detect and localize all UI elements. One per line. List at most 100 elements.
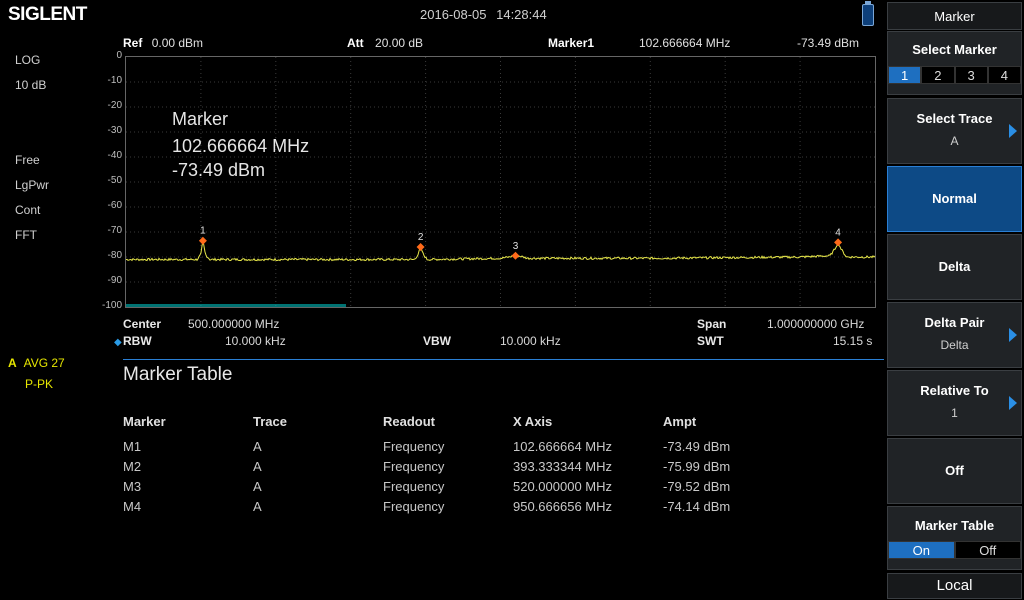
marker-table: Marker Trace Readout X Axis Ampt M1 A Fr… <box>123 411 783 516</box>
select-trace-key[interactable]: Select Trace A <box>887 98 1022 164</box>
cell-x-axis: 102.666664 MHz <box>513 438 613 454</box>
marker-point[interactable] <box>834 238 843 247</box>
select-trace-label: Select Trace <box>916 111 993 126</box>
rbw-value[interactable]: 10.000 kHz <box>225 334 286 348</box>
cell-x-axis: 393.333344 MHz <box>513 458 613 474</box>
cell-marker: M1 <box>123 438 142 454</box>
sweep-indicator <box>126 304 346 307</box>
swt-value[interactable]: 15.15 s <box>833 334 872 348</box>
rbw-label: RBW <box>123 334 152 348</box>
cell-marker: M2 <box>123 458 142 474</box>
y-tick-label: -10 <box>107 75 122 86</box>
marker-table-key[interactable]: Marker Table On Off <box>887 506 1022 570</box>
delta-pair-value: Delta <box>940 338 969 352</box>
off-key[interactable]: Off <box>887 438 1022 504</box>
marker-label: 4 <box>835 227 841 238</box>
marker-table-header: Marker Trace Readout X Axis Ampt <box>123 411 783 431</box>
marker-option-4[interactable]: 4 <box>987 66 1021 84</box>
marker-table-key-label: Marker Table <box>914 518 995 533</box>
delta-pair-key[interactable]: Delta Pair Delta <box>887 302 1022 368</box>
brand-logo: SIGLENT <box>8 4 87 25</box>
marker-point[interactable] <box>198 236 207 245</box>
marker-label: 3 <box>513 241 519 252</box>
marker-option-3[interactable]: 3 <box>954 66 988 84</box>
span-label: Span <box>697 317 727 331</box>
sweep-type: FFT <box>15 228 37 242</box>
table-row: M1 A Frequency 102.666664 MHz -73.49 dBm <box>123 436 783 456</box>
marker-readout-freq: 102.666664 MHz <box>172 136 310 156</box>
cell-ampt: -74.14 dBm <box>663 498 731 514</box>
ref-value: 0.00 dBm <box>151 36 204 50</box>
y-tick-label: -20 <box>107 100 122 111</box>
y-tick-label: -30 <box>107 125 122 136</box>
select-marker-label: Select Marker <box>912 42 997 57</box>
attenuation: Att 20.00 dB <box>347 36 423 50</box>
menu-title: Marker <box>887 2 1022 30</box>
cell-ampt: -73.49 dBm <box>663 438 731 454</box>
y-tick-label: -90 <box>107 275 122 286</box>
cell-x-axis: 950.666656 MHz <box>513 498 613 514</box>
col-marker: Marker <box>123 413 166 429</box>
cell-trace: A <box>253 458 262 474</box>
cell-readout: Frequency <box>383 438 445 454</box>
col-trace: Trace <box>253 413 287 429</box>
marker-point[interactable] <box>416 242 425 251</box>
table-row: M2 A Frequency 393.333344 MHz -75.99 dBm <box>123 456 783 476</box>
y-tick-label: -40 <box>107 150 122 161</box>
relative-to-label: Relative To <box>920 383 989 398</box>
active-marker-ampl: -73.49 dBm <box>797 36 860 50</box>
y-tick-label: -70 <box>107 225 122 236</box>
local-button[interactable]: Local <box>887 573 1022 599</box>
col-readout: Readout <box>383 413 435 429</box>
marker-point[interactable] <box>511 251 520 260</box>
marker-readout-title: Marker <box>172 109 229 129</box>
cell-x-axis: 520.000000 MHz <box>513 478 613 494</box>
span-value[interactable]: 1.000000000 GHz <box>767 317 864 331</box>
chevron-right-icon <box>1009 328 1017 342</box>
trace-detector: P-PK <box>25 377 54 391</box>
y-tick-label: -80 <box>107 250 122 261</box>
relative-to-value: 1 <box>951 406 958 420</box>
active-marker-label: Marker1 <box>548 36 595 50</box>
cell-readout: Frequency <box>383 458 445 474</box>
rbw-auto-icon: ◆ <box>114 337 122 348</box>
cell-marker: M3 <box>123 478 142 494</box>
marker-option-2[interactable]: 2 <box>921 66 955 84</box>
delta-key[interactable]: Delta <box>887 234 1022 300</box>
relative-to-key[interactable]: Relative To 1 <box>887 370 1022 436</box>
center-value[interactable]: 500.000000 MHz <box>188 317 279 331</box>
marker-table-on[interactable]: On <box>888 541 955 559</box>
cell-trace: A <box>253 498 262 514</box>
swt-label: SWT <box>697 334 724 348</box>
y-tick-label: -60 <box>107 200 122 211</box>
marker-label: 2 <box>418 232 424 243</box>
vbw-value[interactable]: 10.000 kHz <box>500 334 561 348</box>
scale-division: 10 dB <box>15 78 47 92</box>
select-trace-value: A <box>950 134 959 148</box>
active-marker-freq: 102.666664 MHz <box>639 36 731 50</box>
spectrum-plot[interactable]: 1 2 3 4 <box>125 56 876 308</box>
table-row: M4 A Frequency 950.666656 MHz -74.14 dBm <box>123 496 783 516</box>
trace-letter: A <box>8 356 17 370</box>
marker-table-off[interactable]: Off <box>954 541 1021 559</box>
marker-readout-ampl: -73.49 dBm <box>172 160 266 180</box>
cell-ampt: -75.99 dBm <box>663 458 731 474</box>
delta-pair-label: Delta Pair <box>924 315 985 330</box>
col-x-axis: X Axis <box>513 413 553 429</box>
marker-option-1[interactable]: 1 <box>888 66 922 84</box>
select-marker-key[interactable]: Select Marker 1 2 3 4 <box>887 31 1022 95</box>
marker-table-toggle: On Off <box>888 541 1021 559</box>
softkey-panel: Marker Select Marker 1 2 3 4 Select Trac… <box>885 0 1024 600</box>
cell-trace: A <box>253 478 262 494</box>
chevron-right-icon <box>1009 124 1017 138</box>
date-time: 2016-08-05 14:28:44 <box>420 7 547 22</box>
normal-key[interactable]: Normal <box>887 166 1022 232</box>
y-tick-label: -100 <box>101 300 122 311</box>
cell-readout: Frequency <box>383 498 445 514</box>
table-row: M3 A Frequency 520.000000 MHz -79.52 dBm <box>123 476 783 496</box>
scale-type: LOG <box>15 53 41 67</box>
spectrum-svg: 1 2 3 4 <box>126 57 875 307</box>
col-ampt: Ampt <box>663 413 697 429</box>
center-label: Center <box>123 317 162 331</box>
att-value: 20.00 dB <box>375 36 424 50</box>
